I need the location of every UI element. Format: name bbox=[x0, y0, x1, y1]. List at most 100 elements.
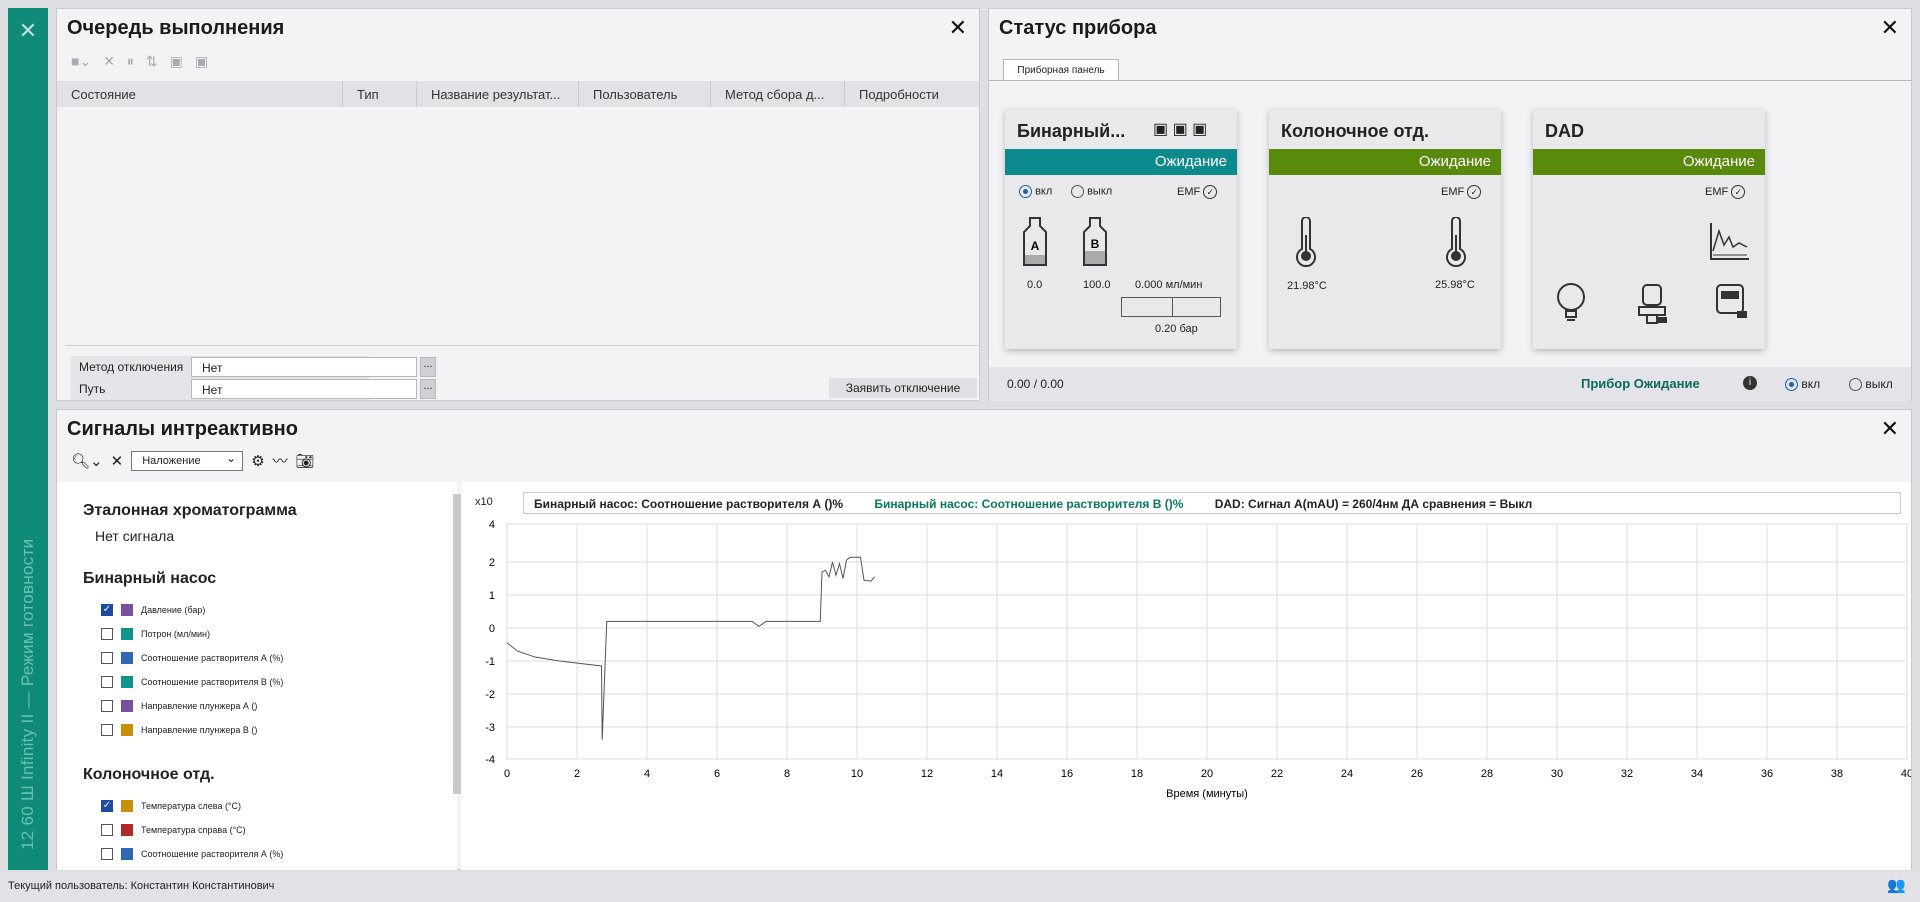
signal-item[interactable]: Направление плунжера А () bbox=[101, 700, 257, 712]
col-state[interactable]: Состояние bbox=[57, 81, 343, 107]
shutdown-method-field[interactable]: Нет bbox=[191, 357, 417, 377]
signal-item[interactable]: Направление плунжера В () bbox=[101, 724, 257, 736]
queue-title: Очередь выполнения bbox=[67, 17, 285, 39]
thermometer-left-icon bbox=[1296, 217, 1316, 267]
users-icon[interactable]: 👥 bbox=[1887, 876, 1906, 894]
user-icon: ▣ bbox=[1192, 121, 1208, 138]
status-close-icon[interactable]: ✕ bbox=[1881, 15, 1899, 41]
group-title: Бинарный насос bbox=[83, 570, 217, 587]
signal-checkbox[interactable] bbox=[101, 848, 113, 860]
pause-icon[interactable]: ⏸ bbox=[127, 53, 134, 70]
pressure-value: 0.20 бар bbox=[1155, 323, 1198, 335]
svg-text:A: A bbox=[1031, 239, 1040, 253]
instrument-on-radio[interactable]: вкл bbox=[1785, 377, 1820, 392]
signal-checkbox[interactable] bbox=[101, 628, 113, 640]
status-bottom-bar: 0.00 / 0.00 Прибор Ожидание i вкл выкл bbox=[989, 367, 1911, 401]
current-user: Текущий пользователь: Константин Констан… bbox=[8, 880, 275, 892]
path-row: Путь Нет ... bbox=[71, 378, 436, 400]
signal-checkbox[interactable] bbox=[101, 724, 113, 736]
col-details[interactable]: Подробности bbox=[845, 81, 979, 107]
x-tick-label: 24 bbox=[1341, 768, 1353, 780]
emf-status: EMF ✓ bbox=[1441, 185, 1482, 199]
signal-list: Эталонная хроматограмма Нет сигнала Бина… bbox=[57, 482, 457, 870]
flow-rate: 0.000 мл/мин bbox=[1135, 279, 1203, 291]
signal-list-scrollbar[interactable] bbox=[453, 494, 461, 794]
camera-icon[interactable]: 📷︎ bbox=[296, 452, 315, 470]
signal-label: Направление плунжера В () bbox=[141, 725, 258, 735]
pressure-gauge bbox=[1121, 297, 1221, 317]
signals-close-icon[interactable]: ✕ bbox=[1881, 416, 1899, 442]
queue-close-icon[interactable]: ✕ bbox=[949, 15, 967, 41]
signal-item[interactable]: Соотношение растворителя А (%) bbox=[101, 848, 283, 860]
signal-item[interactable]: ✓ Температура слева (°C) bbox=[101, 800, 241, 812]
y-tick-label: 2 bbox=[489, 557, 495, 569]
path-field[interactable]: Нет bbox=[191, 379, 417, 399]
clear-icon[interactable]: ✕ bbox=[111, 452, 124, 470]
signal-checkbox[interactable] bbox=[101, 824, 113, 836]
signal-item[interactable]: ✓ Давление (бар) bbox=[101, 604, 205, 616]
binary-title: Бинарный... bbox=[1017, 121, 1126, 141]
signal-item[interactable]: Соотношение растворителя В (%) bbox=[101, 676, 283, 688]
request-shutdown-button[interactable]: Заявить отключение bbox=[829, 378, 977, 398]
queue-panel: Очередь выполнения ✕ ■⌄ ✕ ⏸ ⇅ ▣ ▣ Состоя… bbox=[56, 8, 980, 401]
signal-item[interactable]: Температура справа (°C) bbox=[101, 824, 246, 836]
user-icon[interactable]: ▣ bbox=[170, 53, 183, 70]
y-tick-label: -2 bbox=[485, 689, 495, 701]
signal-checkbox[interactable]: ✓ bbox=[101, 800, 113, 812]
signal-item[interactable]: Соотношение растворителя А (%) bbox=[101, 652, 283, 664]
tab-dashboard[interactable]: Приборная панель bbox=[1003, 59, 1119, 81]
sidebar-mode-text: 12 60 Ш Infinity II — Режим готовности bbox=[18, 538, 37, 850]
status-bar: Текущий пользователь: Константин Констан… bbox=[0, 872, 1920, 902]
cancel-icon[interactable]: ✕ bbox=[103, 53, 115, 70]
pump-off-radio[interactable]: выкл bbox=[1071, 185, 1112, 198]
user2-icon[interactable]: ▣ bbox=[195, 53, 208, 70]
y-tick-label: 1 bbox=[489, 590, 495, 602]
col-user[interactable]: Пользователь bbox=[579, 81, 711, 107]
chromatogram-chart[interactable]: 0 2 4 6 8 10 12 14 16 18 20 22 24 26 28 30 32 34 36 38 40-4-… bbox=[461, 482, 1911, 870]
instrument-off-radio[interactable]: выкл bbox=[1849, 377, 1893, 392]
user-icon: ▣ bbox=[1153, 121, 1169, 138]
signal-checkbox[interactable]: ✓ bbox=[101, 604, 113, 616]
chart-area: x10 Бинарный насос: Соотношение раствори… bbox=[461, 482, 1911, 870]
pump-on-radio[interactable]: вкл bbox=[1019, 185, 1052, 198]
binary-pump-card[interactable]: Бинарный... ▣ ▣ ▣ Ожидание вкл выкл EMF … bbox=[1005, 109, 1237, 349]
status-panel: Статус прибора ✕ Приборная панель Бинарн… bbox=[988, 8, 1912, 401]
column-title: Колоночное отд. bbox=[1281, 121, 1430, 141]
info-icon[interactable]: i bbox=[1743, 376, 1757, 390]
path-browse-button[interactable]: ... bbox=[420, 379, 436, 399]
col-type[interactable]: Тип bbox=[343, 81, 417, 107]
signal-checkbox[interactable] bbox=[101, 676, 113, 688]
column-compartment-card[interactable]: Колоночное отд. Ожидание EMF ✓ 21.98°C 2… bbox=[1269, 109, 1501, 349]
user-icons: ▣ ▣ ▣ bbox=[1153, 119, 1207, 139]
col-result-name[interactable]: Название результат... bbox=[417, 81, 579, 107]
stop-icon[interactable]: ■⌄ bbox=[71, 53, 91, 70]
dad-status-bar: Ожидание bbox=[1533, 149, 1765, 175]
signal-checkbox[interactable] bbox=[101, 700, 113, 712]
x-tick-label: 0 bbox=[504, 768, 510, 780]
shutdown-method-browse-button[interactable]: ... bbox=[420, 357, 436, 377]
signal-color-swatch bbox=[121, 604, 133, 616]
y-tick-label: -4 bbox=[485, 754, 495, 766]
col-method[interactable]: Метод сбора д... bbox=[711, 81, 845, 107]
sidebar-close-icon[interactable]: ✕ bbox=[8, 18, 48, 44]
dad-card[interactable]: DAD Ожидание EMF ✓ bbox=[1533, 109, 1765, 349]
signals-title: Сигналы интреактивно bbox=[67, 418, 298, 440]
reorder-icon[interactable]: ⇅ bbox=[146, 53, 158, 70]
signal-item[interactable]: Потрон (мл/мин) bbox=[101, 628, 210, 640]
emf-status: EMF ✓ bbox=[1177, 185, 1218, 199]
signal-checkbox[interactable] bbox=[101, 652, 113, 664]
signal-tools-icon[interactable]: 〰 bbox=[273, 450, 288, 471]
queue-table-header: Состояние Тип Название результат... Поль… bbox=[57, 81, 979, 107]
lamp-icon bbox=[1557, 283, 1585, 321]
x-tick-label: 18 bbox=[1131, 768, 1143, 780]
overlay-select[interactable]: Наложение bbox=[131, 450, 244, 471]
x-tick-label: 16 bbox=[1061, 768, 1073, 780]
x-tick-label: 22 bbox=[1271, 768, 1283, 780]
zoom-icon[interactable]: 🔍︎⌄ bbox=[71, 452, 103, 470]
queue-footer: Метод отключения Нет ... Путь Нет ... За… bbox=[65, 345, 979, 400]
signal-color-swatch bbox=[121, 628, 133, 640]
settings-icon[interactable]: ⚙ bbox=[251, 452, 264, 470]
emf-status: EMF ✓ bbox=[1705, 185, 1746, 199]
path-label: Путь bbox=[79, 382, 106, 396]
signal-label: Направление плунжера А () bbox=[141, 701, 258, 711]
